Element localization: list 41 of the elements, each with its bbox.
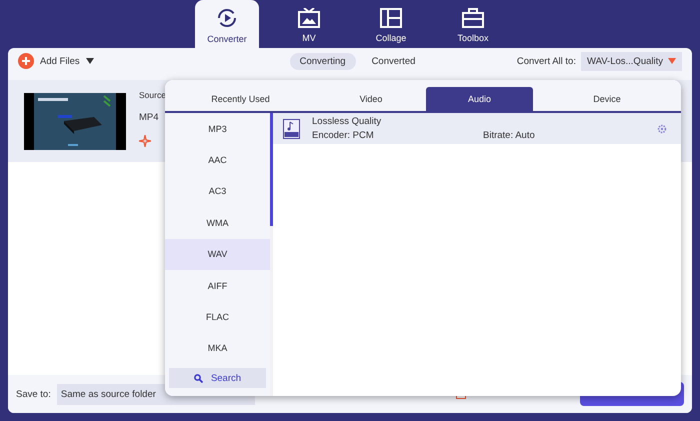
settings-icon[interactable]	[657, 124, 667, 134]
format-tab[interactable]: Recently Used	[165, 87, 316, 111]
view-tab[interactable]: Converted	[362, 52, 426, 70]
add-files-button[interactable]: Add Files	[18, 53, 94, 69]
preset-name: Lossless Quality	[312, 116, 382, 127]
convert-all-label: Convert All to:	[516, 56, 576, 66]
plus-icon	[18, 53, 34, 69]
nav-tab[interactable]: Converter	[195, 0, 259, 50]
format-item[interactable]: WAV	[165, 238, 270, 270]
search-button[interactable]: Search	[169, 368, 266, 388]
audio-file-icon	[283, 118, 300, 138]
preset-row[interactable]: Lossless Quality Encoder: PCM Bitrate: Auto	[273, 113, 681, 144]
refresh-play-icon	[216, 6, 238, 28]
caret-icon	[668, 58, 676, 64]
nav-tab[interactable]: MV	[277, 0, 341, 50]
bitrate-text: Bitrate: Auto	[483, 130, 535, 141]
nav-tab[interactable]: Collage	[359, 0, 423, 50]
source-label: Source	[139, 90, 166, 100]
save-to-label: Save to:	[16, 388, 51, 400]
format-item[interactable]: AC3	[165, 176, 270, 208]
search-icon	[194, 374, 203, 383]
format-item[interactable]: MP3	[165, 113, 270, 144]
nav-tab[interactable]: Toolbox	[441, 0, 505, 50]
scrollbar[interactable]	[270, 113, 273, 226]
grid-layout-icon	[380, 8, 402, 28]
encoder-text: Encoder: PCM	[312, 130, 375, 141]
format-label: MP4	[139, 112, 160, 123]
format-dropdown[interactable]: WAV-Los...Quality	[580, 52, 682, 70]
format-item[interactable]: AIFF	[165, 270, 270, 302]
sparkle-icon	[139, 135, 151, 147]
format-item[interactable]: AAC	[165, 144, 270, 176]
format-item[interactable]: FLAC	[165, 301, 270, 333]
format-tab[interactable]: Device	[533, 87, 681, 111]
view-tab[interactable]: Converting	[290, 52, 356, 70]
tv-icon	[298, 8, 320, 28]
format-item[interactable]: WMA	[165, 207, 270, 239]
format-tab[interactable]: Audio	[426, 87, 533, 111]
toolbox-icon	[462, 8, 484, 28]
format-tab[interactable]: Video	[316, 87, 426, 111]
caret-icon	[86, 58, 94, 64]
format-item[interactable]: MKA	[165, 332, 270, 364]
